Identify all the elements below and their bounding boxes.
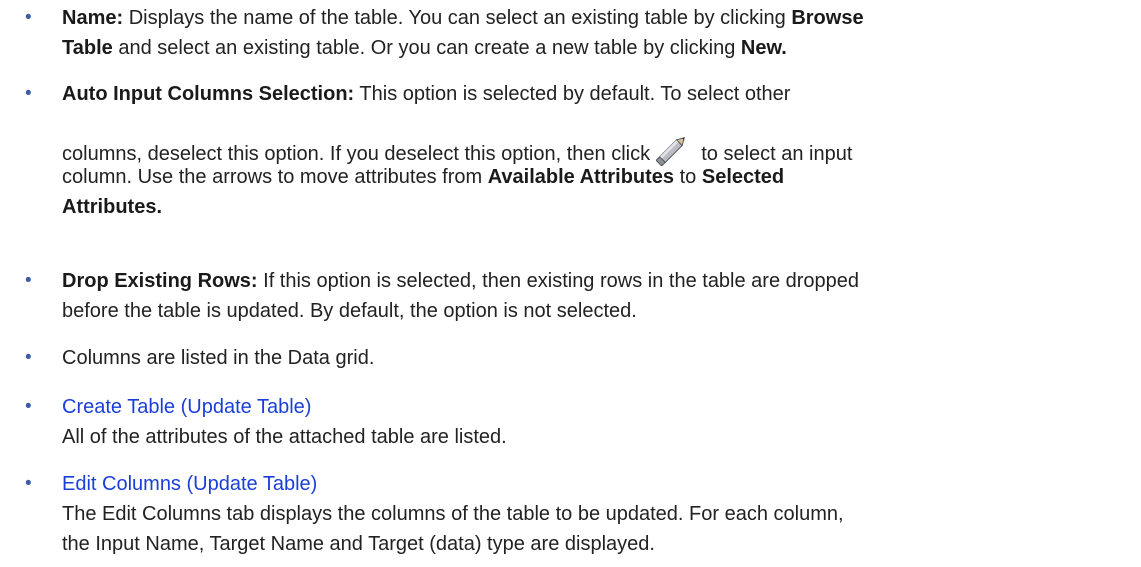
term-label: Drop Existing Rows: xyxy=(62,270,258,292)
text-line: column. Use the arrows to move attribute… xyxy=(62,166,785,188)
text-line: Create Table (Update Table) xyxy=(62,392,311,422)
bullet-marker: • xyxy=(25,270,32,291)
term-label: Auto Input Columns Selection: xyxy=(62,83,355,105)
text-line: The Edit Columns tab displays the column… xyxy=(62,503,844,525)
text-line: Auto Input Columns Selection: This optio… xyxy=(62,83,791,105)
text-line: Edit Columns (Update Table) xyxy=(62,469,317,499)
term-label: Name: xyxy=(62,7,124,29)
bullet-marker: • xyxy=(25,473,32,494)
pencil-icon[interactable] xyxy=(654,132,690,167)
text-line: the Input Name, Target Name and Target (… xyxy=(62,533,655,555)
bullet-marker: • xyxy=(25,83,32,104)
text-line: Table and select an existing table. Or y… xyxy=(62,37,787,59)
text-line: All of the attributes of the attached ta… xyxy=(62,426,507,448)
create-table-link[interactable]: Create Table (Update Table) xyxy=(62,396,311,418)
text-line: Columns are listed in the Data grid. xyxy=(62,347,375,369)
bullet-marker: • xyxy=(25,396,32,417)
text-line: Drop Existing Rows: If this option is se… xyxy=(62,270,860,292)
bullet-marker: • xyxy=(25,347,32,368)
text-line: Name: Displays the name of the table. Yo… xyxy=(62,7,864,29)
text-line: Attributes. xyxy=(62,196,162,218)
bullet-marker: • xyxy=(25,7,32,28)
text-line: before the table is updated. By default,… xyxy=(62,300,637,322)
edit-columns-link[interactable]: Edit Columns (Update Table) xyxy=(62,473,317,495)
